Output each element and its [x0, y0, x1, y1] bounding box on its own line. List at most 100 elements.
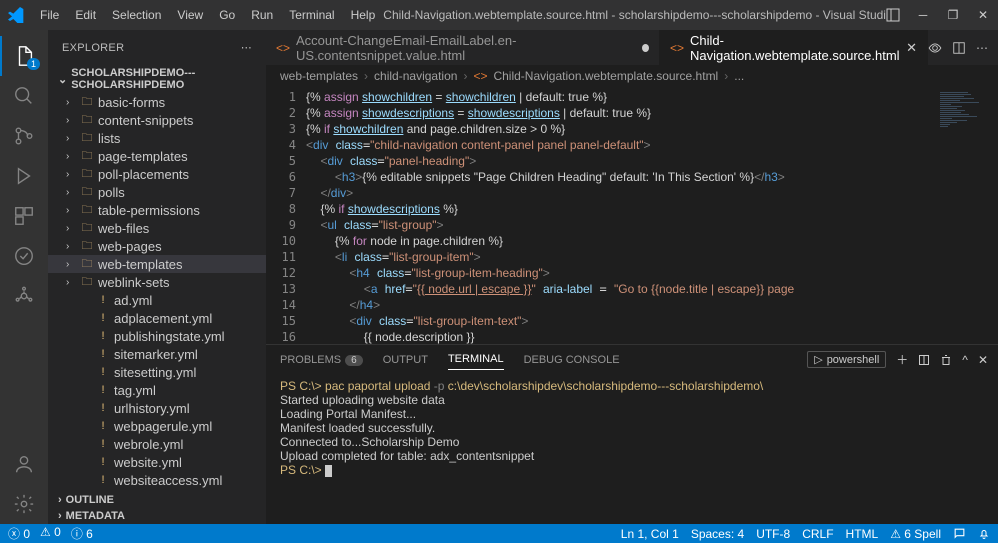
folder-icon: 🗀	[80, 93, 94, 112]
tree-item[interactable]: !webrole.yml	[48, 435, 266, 453]
yml-file-icon: !	[96, 348, 110, 360]
tree-item[interactable]: !sitesetting.yml	[48, 363, 266, 381]
minimap[interactable]	[938, 87, 998, 344]
menu-file[interactable]: File	[32, 4, 67, 26]
tree-item[interactable]: ›🗀table-permissions	[48, 201, 266, 219]
minimize-button[interactable]: ─	[916, 8, 930, 22]
tree-item[interactable]: ›🗀web-files	[48, 219, 266, 237]
folder-icon: 🗀	[80, 219, 94, 238]
menu-help[interactable]: Help	[343, 4, 384, 26]
outline-section[interactable]: ›OUTLINE	[48, 492, 266, 508]
tree-item[interactable]: ›🗀content-snippets	[48, 111, 266, 129]
activity-account[interactable]	[0, 444, 48, 484]
tree-label: web-pages	[98, 239, 162, 254]
status-spaces[interactable]: Spaces: 4	[691, 527, 744, 541]
panel-tab-problems[interactable]: PROBLEMS6	[280, 350, 363, 370]
status-spell[interactable]: ⚠ 6 Spell	[890, 527, 941, 541]
tree-item[interactable]: ›🗀lists	[48, 129, 266, 147]
activity-extensions[interactable]	[0, 196, 48, 236]
tree-label: basic-forms	[98, 95, 165, 110]
panel-tab-terminal[interactable]: TERMINAL	[448, 349, 504, 370]
tree-label: web-templates	[98, 257, 183, 272]
menu-view[interactable]: View	[169, 4, 211, 26]
more-actions-icon[interactable]: ⋯	[976, 41, 988, 55]
tree-label: webrole.yml	[114, 437, 183, 452]
status-warnings[interactable]: ⚠ 0	[40, 525, 61, 542]
sidebar: EXPLORER ⋯ ⌄SCHOLARSHIPDEMO---SCHOLARSHI…	[48, 30, 266, 524]
menu-selection[interactable]: Selection	[104, 4, 169, 26]
bottom-panel: PROBLEMS6 OUTPUT TERMINAL DEBUG CONSOLE …	[266, 344, 998, 524]
vscode-logo-icon	[8, 7, 24, 23]
tree-label: table-permissions	[98, 203, 200, 218]
tree-item[interactable]: ›🗀weblink-sets	[48, 273, 266, 291]
tab-active[interactable]: <> Child-Navigation.webtemplate.source.h…	[660, 30, 928, 65]
editor-tabs: <> Account-ChangeEmail-EmailLabel.en-US.…	[266, 30, 998, 65]
sidebar-more-icon[interactable]: ⋯	[241, 41, 252, 54]
split-terminal-icon[interactable]	[918, 354, 930, 366]
status-feedback-icon[interactable]	[953, 527, 966, 540]
tree-item[interactable]: !sitemarker.yml	[48, 345, 266, 363]
activity-explorer[interactable]: 1	[0, 36, 48, 76]
folder-icon: 🗀	[80, 183, 94, 202]
activity-scm[interactable]	[0, 116, 48, 156]
code-editor[interactable]: {% assign showchildren = showchildren | …	[306, 87, 938, 344]
close-button[interactable]: ✕	[976, 8, 990, 22]
maximize-panel-icon[interactable]: ^	[962, 353, 968, 367]
tree-item[interactable]: ›🗀web-templates	[48, 255, 266, 273]
new-terminal-icon[interactable]: ＋	[896, 351, 908, 368]
activity-extra-1[interactable]	[0, 236, 48, 276]
sidebar-title: EXPLORER	[62, 42, 124, 54]
status-errors[interactable]: ⓧ 0	[8, 525, 30, 542]
tree-label: lists	[98, 131, 120, 146]
workspace-header[interactable]: ⌄SCHOLARSHIPDEMO---SCHOLARSHIPDEMO	[48, 65, 266, 93]
tree-item[interactable]: ›🗀poll-placements	[48, 165, 266, 183]
preview-icon[interactable]	[928, 41, 942, 55]
status-cursor[interactable]: Ln 1, Col 1	[621, 527, 679, 541]
line-gutter: 123456789101112131415161718	[266, 87, 306, 344]
tree-item[interactable]: ›🗀web-pages	[48, 237, 266, 255]
tree-label: webpagerule.yml	[114, 419, 212, 434]
activity-settings[interactable]	[0, 484, 48, 524]
tree-item[interactable]: !publishingstate.yml	[48, 327, 266, 345]
tree-item[interactable]: !websiteaccess.yml	[48, 471, 266, 489]
close-panel-icon[interactable]: ✕	[978, 353, 988, 367]
breadcrumb[interactable]: web-templates› child-navigation› <>Child…	[266, 65, 998, 87]
split-editor-icon[interactable]	[952, 41, 966, 55]
yml-file-icon: !	[96, 402, 110, 414]
panel-tab-output[interactable]: OUTPUT	[383, 350, 428, 370]
status-eol[interactable]: CRLF	[802, 527, 833, 541]
tree-item[interactable]: ›🗀page-templates	[48, 147, 266, 165]
tab-inactive[interactable]: <> Account-ChangeEmail-EmailLabel.en-US.…	[266, 30, 660, 65]
tree-item[interactable]: ›🗀polls	[48, 183, 266, 201]
status-encoding[interactable]: UTF-8	[756, 527, 790, 541]
kill-terminal-icon[interactable]	[940, 354, 952, 366]
tree-item[interactable]: !urlhistory.yml	[48, 399, 266, 417]
tree-item[interactable]: !website.yml	[48, 453, 266, 471]
panel-tab-debug[interactable]: DEBUG CONSOLE	[524, 350, 620, 370]
tree-item[interactable]: !webpagerule.yml	[48, 417, 266, 435]
terminal-shell-select[interactable]: ▷powershell	[807, 351, 886, 368]
activity-extra-2[interactable]	[0, 276, 48, 316]
status-bell-icon[interactable]	[978, 528, 990, 540]
terminal[interactable]: PS C:\> pac paportal upload -p c:\dev\sc…	[266, 375, 998, 524]
activity-run[interactable]	[0, 156, 48, 196]
tree-label: sitesetting.yml	[114, 365, 196, 380]
menu-edit[interactable]: Edit	[67, 4, 104, 26]
menu-terminal[interactable]: Terminal	[281, 4, 342, 26]
tree-item[interactable]: !adplacement.yml	[48, 309, 266, 327]
html-file-icon: <>	[670, 41, 684, 55]
metadata-section[interactable]: ›METADATA	[48, 508, 266, 524]
status-info[interactable]: ⓘ 6	[71, 525, 93, 542]
maximize-button[interactable]: ❐	[946, 8, 960, 22]
tree-item[interactable]: !tag.yml	[48, 381, 266, 399]
menu-go[interactable]: Go	[211, 4, 243, 26]
layout-icon[interactable]	[886, 8, 900, 22]
folder-icon: 🗀	[80, 129, 94, 148]
tree-item[interactable]: !ad.yml	[48, 291, 266, 309]
activity-search[interactable]	[0, 76, 48, 116]
folder-icon: 🗀	[80, 147, 94, 166]
status-lang[interactable]: HTML	[846, 527, 879, 541]
menu-run[interactable]: Run	[243, 4, 281, 26]
tree-item[interactable]: ›🗀basic-forms	[48, 93, 266, 111]
close-tab-icon[interactable]: ✕	[906, 40, 917, 56]
